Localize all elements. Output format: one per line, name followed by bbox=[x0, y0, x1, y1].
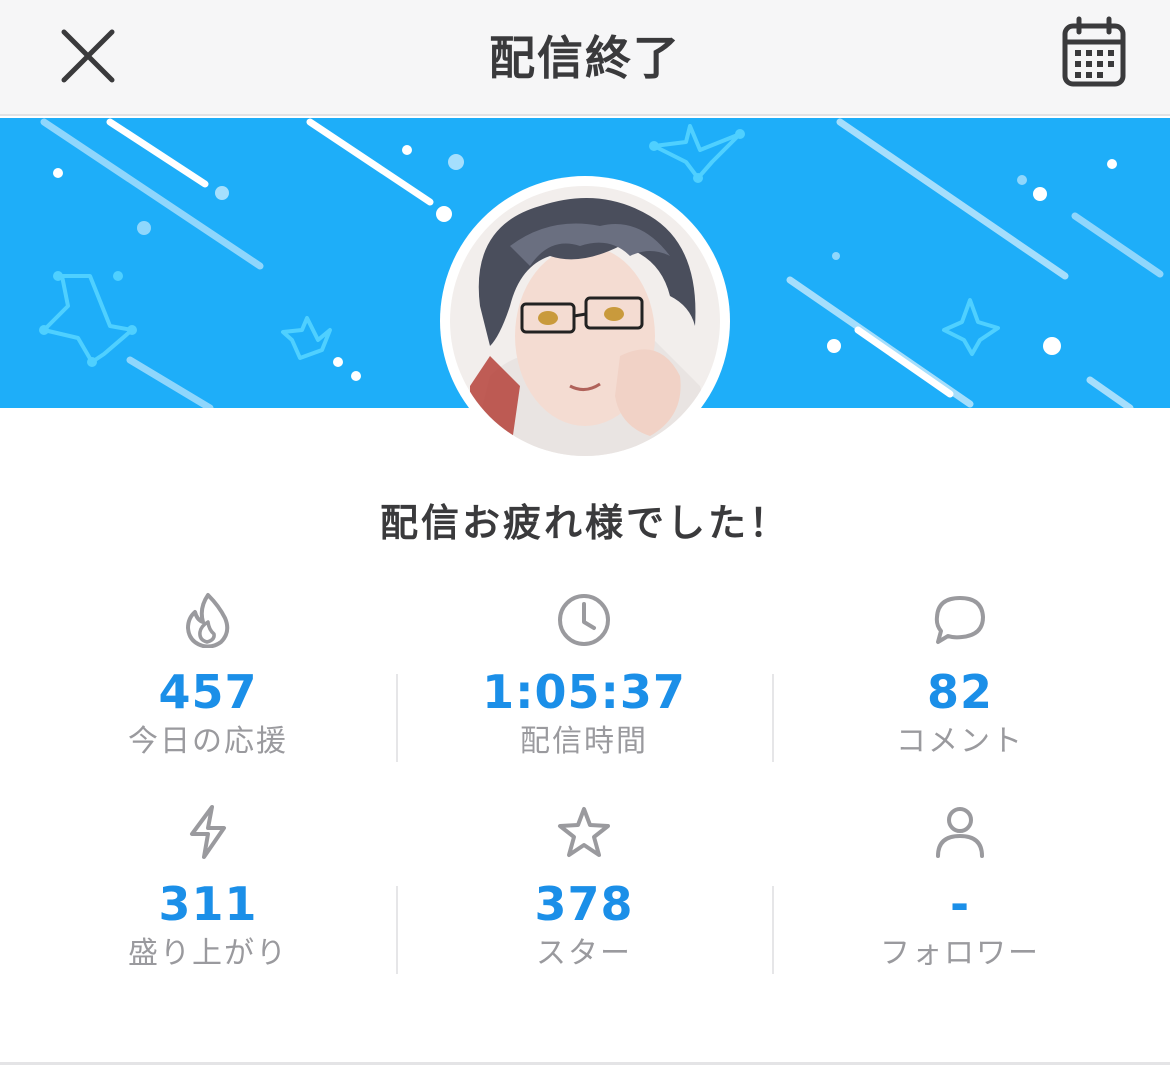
stat-followers: - フォロワー bbox=[772, 798, 1148, 1010]
avatar-illustration bbox=[450, 186, 720, 456]
person-icon bbox=[936, 807, 984, 858]
stat-label: フォロワー bbox=[880, 936, 1040, 971]
flame-icon bbox=[186, 593, 230, 648]
stat-stars: 378 スター bbox=[396, 798, 772, 1010]
page-title: 配信終了 bbox=[489, 31, 681, 85]
stat-label: コメント bbox=[896, 724, 1024, 759]
calendar-icon bbox=[1062, 16, 1126, 87]
stat-excitement: 311 盛り上がり bbox=[20, 798, 396, 1010]
stat-label: 配信時間 bbox=[520, 724, 648, 759]
thank-you-message: 配信お疲れ様でした！ bbox=[379, 501, 790, 545]
stat-value: 457 bbox=[158, 665, 258, 719]
stat-comments: 82 コメント bbox=[772, 586, 1148, 798]
comment-icon bbox=[934, 596, 985, 644]
star-icon bbox=[558, 807, 610, 857]
avatar bbox=[450, 186, 720, 456]
stat-value: 82 bbox=[926, 665, 993, 719]
stat-value: - bbox=[949, 877, 971, 931]
stat-label: 今日の応援 bbox=[128, 724, 288, 759]
stat-label: スター bbox=[536, 936, 632, 971]
bottom-divider bbox=[0, 1062, 1170, 1065]
streamer-avatar-frame bbox=[440, 176, 730, 466]
stat-stream-time: 1:05:37 配信時間 bbox=[396, 586, 772, 798]
stat-value: 1:05:37 bbox=[482, 665, 686, 719]
stream-stats: 457 今日の応援 1:05:37 配信時間 82 コメント 311 盛り上がり… bbox=[20, 586, 1150, 1010]
header-bar: 配信終了 bbox=[0, 0, 1170, 116]
stats-row: 457 今日の応援 1:05:37 配信時間 82 コメント bbox=[20, 586, 1150, 798]
stat-value: 311 bbox=[158, 877, 258, 931]
calendar-button[interactable] bbox=[1052, 10, 1136, 94]
stat-today-support: 457 今日の応援 bbox=[20, 586, 396, 798]
lightning-icon bbox=[190, 805, 226, 859]
stat-value: 378 bbox=[534, 877, 634, 931]
stream-end-screen: 配信終了 配信お疲れ様でした！ 457 今日の応援 1:05:37 配信時間 8… bbox=[0, 0, 1170, 1071]
stats-row: 311 盛り上がり 378 スター - フォロワー bbox=[20, 798, 1150, 1010]
clock-icon bbox=[558, 594, 610, 646]
stat-label: 盛り上がり bbox=[128, 936, 288, 971]
